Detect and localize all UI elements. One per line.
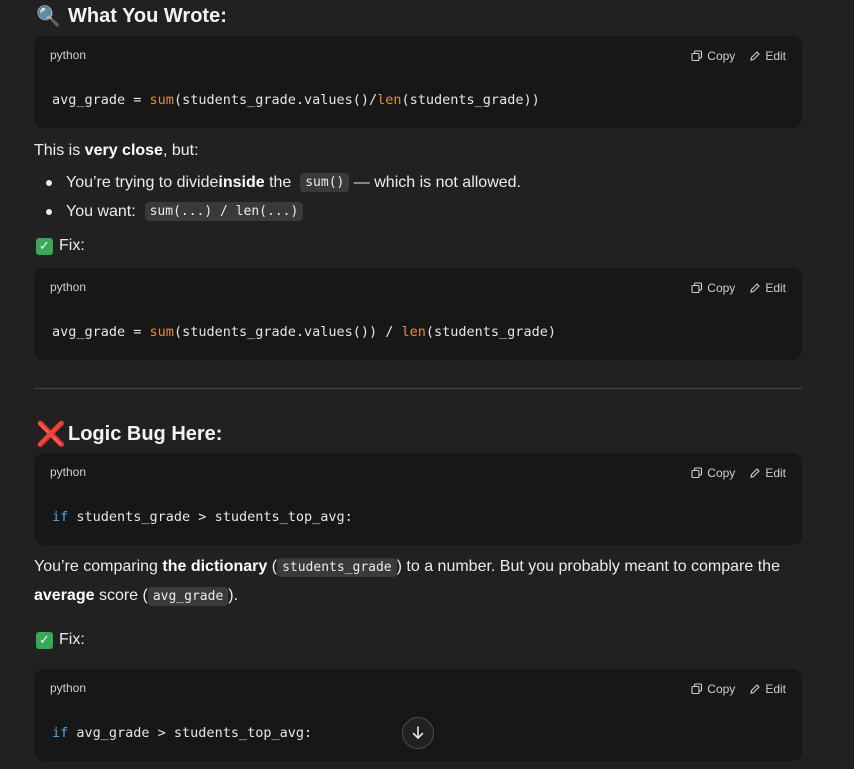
- fix-label: ✓ Fix:: [36, 237, 85, 255]
- code-line: if avg_grade > students_top_avg:: [52, 725, 313, 741]
- pencil-icon: [750, 283, 761, 293]
- explanation-text: average score (avg_grade).: [34, 587, 239, 606]
- code-block-original: python Copy Edit avg_grade = sum(student…: [34, 36, 802, 128]
- code-line: avg_grade = sum(students_grade.values()/…: [52, 92, 540, 108]
- scroll-to-bottom-button[interactable]: [402, 717, 434, 749]
- code-block-fixed: python Copy Edit avg_grade = sum(student…: [34, 268, 802, 360]
- copy-code-button[interactable]: Copy: [691, 466, 735, 480]
- bullet-dot: [46, 208, 52, 215]
- edit-label: Edit: [765, 49, 786, 63]
- explanation-text: You’re comparing the dictionary (student…: [34, 558, 780, 577]
- inline-code: sum(): [300, 173, 350, 192]
- check-icon: ✓: [36, 237, 53, 255]
- copy-code-button[interactable]: Copy: [691, 49, 735, 63]
- arrow-down-icon: [412, 726, 424, 739]
- code-actions: Copy Edit: [691, 49, 786, 63]
- section-heading-what-you-wrote: 🔍 What You Wrote:: [36, 4, 227, 29]
- copy-code-button[interactable]: Copy: [691, 281, 735, 295]
- code-language-label: python: [50, 465, 87, 479]
- copy-label: Copy: [707, 49, 736, 63]
- cross-mark-icon: ❌: [36, 421, 66, 448]
- section-title: Logic Bug Here:: [68, 423, 223, 445]
- edit-label: Edit: [765, 466, 786, 480]
- code-actions: Copy Edit: [691, 281, 786, 295]
- edit-code-button[interactable]: Edit: [749, 49, 786, 63]
- copy-label: Copy: [707, 466, 736, 480]
- copy-label: Copy: [707, 682, 736, 696]
- inline-code: students_grade: [277, 558, 397, 577]
- copy-icon: [691, 683, 703, 695]
- inline-code: sum(...) / len(...): [144, 202, 304, 221]
- code-actions: Copy Edit: [691, 466, 786, 480]
- pencil-icon: [750, 51, 761, 61]
- edit-code-button[interactable]: Edit: [749, 281, 786, 295]
- copy-code-button[interactable]: Copy: [691, 682, 735, 696]
- code-line: avg_grade = sum(students_grade.values())…: [52, 324, 556, 340]
- code-language-label: python: [50, 280, 87, 294]
- list-item: You want: sum(...) / len(...): [46, 202, 304, 221]
- section-heading-logic-bug: ❌ Logic Bug Here:: [36, 420, 222, 449]
- code-language-label: python: [50, 48, 87, 62]
- pencil-icon: [750, 684, 761, 694]
- pencil-icon: [750, 468, 761, 478]
- copy-icon: [691, 50, 703, 62]
- bullet-dot: [46, 179, 52, 186]
- section-divider: [34, 388, 802, 389]
- check-icon: ✓: [36, 631, 53, 649]
- edit-label: Edit: [765, 281, 786, 295]
- copy-icon: [691, 467, 703, 479]
- code-language-label: python: [50, 681, 87, 695]
- code-actions: Copy Edit: [691, 682, 786, 696]
- copy-label: Copy: [707, 281, 736, 295]
- edit-code-button[interactable]: Edit: [749, 466, 786, 480]
- magnifier-icon: 🔍: [36, 6, 61, 28]
- code-block-bug: python Copy Edit if students_grade > stu…: [34, 453, 802, 545]
- edit-label: Edit: [765, 682, 786, 696]
- fix-label: ✓ Fix:: [36, 631, 85, 649]
- code-line: if students_grade > students_top_avg:: [52, 509, 353, 525]
- explanation-text: This is very close, but:: [34, 142, 199, 159]
- edit-code-button[interactable]: Edit: [749, 682, 786, 696]
- section-title: What You Wrote:: [68, 5, 227, 27]
- copy-icon: [691, 282, 703, 294]
- list-item: You’re trying to divide inside the sum()…: [46, 173, 521, 192]
- inline-code: avg_grade: [147, 587, 229, 606]
